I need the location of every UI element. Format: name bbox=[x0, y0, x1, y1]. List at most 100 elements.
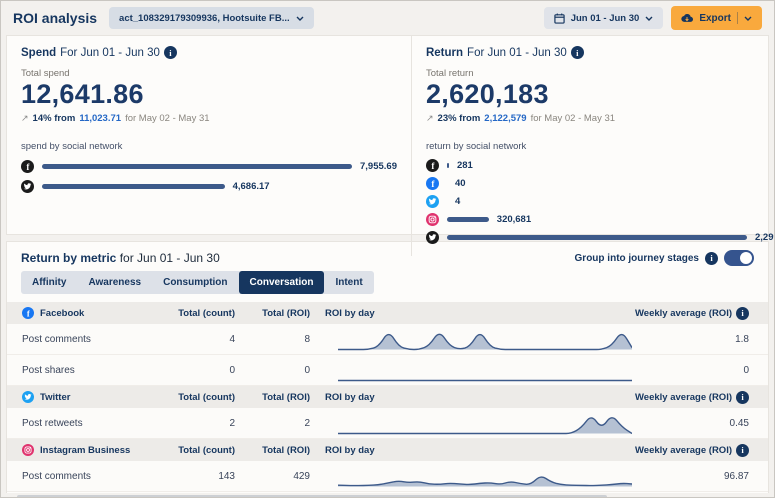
tab-affinity[interactable]: Affinity bbox=[21, 271, 77, 294]
network-bar-row: f7,955.69 bbox=[21, 156, 397, 176]
group-name: Twitter bbox=[7, 391, 172, 403]
info-icon[interactable]: i bbox=[164, 46, 177, 59]
metric-total-count: 0 bbox=[172, 365, 235, 376]
svg-text:f: f bbox=[27, 308, 30, 318]
group-header-row: Instagram BusinessTotal (count)Total (RO… bbox=[7, 439, 768, 461]
metrics-period: for Jun 01 - Jun 30 bbox=[120, 251, 220, 265]
total-spend-value: 12,641.86 bbox=[21, 79, 397, 110]
metric-weekly-average: 0 bbox=[635, 365, 768, 376]
network-bar bbox=[447, 235, 747, 240]
metric-total-roi: 2 bbox=[235, 418, 310, 429]
network-bar-value: 7,955.69 bbox=[360, 161, 397, 172]
col-header-roi-by-day: ROI by day bbox=[310, 445, 635, 456]
info-icon[interactable]: i bbox=[705, 252, 718, 265]
return-panel-title: Return For Jun 01 - Jun 30 i bbox=[426, 46, 775, 59]
tab-consumption[interactable]: Consumption bbox=[152, 271, 238, 294]
metric-total-roi: 0 bbox=[235, 365, 310, 376]
network-bar-value: 320,681 bbox=[497, 214, 531, 225]
spend-panel: Spend For Jun 01 - Jun 30 i Total spend … bbox=[7, 36, 412, 256]
spend-period: For Jun 01 - Jun 30 bbox=[60, 47, 160, 59]
twitter-blue-icon bbox=[426, 195, 439, 208]
metric-row: Post comments481.8 bbox=[7, 324, 768, 355]
metric-roi-by-day bbox=[310, 356, 635, 384]
return-panel: Return For Jun 01 - Jun 30 i Total retur… bbox=[412, 36, 775, 256]
journey-stages-toggle[interactable] bbox=[724, 250, 754, 266]
tab-awareness[interactable]: Awareness bbox=[77, 271, 152, 294]
calendar-icon bbox=[554, 13, 565, 24]
date-range-label: Jun 01 - Jun 30 bbox=[571, 13, 640, 24]
roi-analysis-app: ROI analysis act_108329179309936, Hootsu… bbox=[0, 0, 775, 498]
tab-intent[interactable]: Intent bbox=[324, 271, 373, 294]
return-title: Return bbox=[426, 47, 463, 59]
metric-row: Post shares000 bbox=[7, 355, 768, 386]
return-by-network-label: return by social network bbox=[426, 141, 775, 152]
metric-total-roi: 429 bbox=[235, 471, 310, 482]
info-icon[interactable]: i bbox=[736, 391, 749, 404]
col-header-weekly-average: Weekly average (ROI)i bbox=[635, 444, 768, 457]
twitter-blue-icon bbox=[22, 391, 34, 403]
group-name-label: Facebook bbox=[40, 308, 84, 319]
spend-previous-period: for May 02 - May 31 bbox=[125, 113, 209, 124]
network-bar-value: 4,686.17 bbox=[233, 181, 270, 192]
total-spend-label: Total spend bbox=[21, 68, 397, 79]
date-range-picker[interactable]: Jun 01 - Jun 30 bbox=[544, 7, 664, 29]
col-header-roi-by-day: ROI by day bbox=[310, 392, 635, 403]
return-delta-percent: 23% from bbox=[438, 113, 481, 124]
instagram-icon bbox=[22, 444, 34, 456]
col-header-total-count: Total (count) bbox=[172, 392, 235, 403]
roi-by-day-sparkline bbox=[338, 325, 632, 353]
group-name-label: Twitter bbox=[40, 392, 70, 403]
col-header-weekly-average: Weekly average (ROI)i bbox=[635, 307, 768, 320]
twitter-dark-icon bbox=[21, 180, 34, 193]
network-bar bbox=[447, 217, 489, 222]
network-bar-row: f40 bbox=[426, 174, 775, 192]
metric-name: Post comments bbox=[7, 471, 172, 482]
instagram-icon bbox=[426, 213, 439, 226]
journey-stages-label: Group into journey stages bbox=[575, 253, 699, 264]
total-return-value: 2,620,183 bbox=[426, 79, 775, 110]
export-label: Export bbox=[699, 13, 731, 24]
group-name: f Facebook bbox=[7, 307, 172, 319]
export-button[interactable]: Export bbox=[671, 6, 762, 30]
metric-roi-by-day bbox=[310, 409, 635, 437]
return-by-metric-title: Return by metric for Jun 01 - Jun 30 bbox=[21, 251, 220, 265]
total-return-label: Total return bbox=[426, 68, 775, 79]
info-icon[interactable]: i bbox=[571, 46, 584, 59]
account-dropdown-label: act_108329179309936, Hootsuite FB... bbox=[119, 13, 290, 24]
network-bar-row: 4 bbox=[426, 192, 775, 210]
journey-stage-tabs: AffinityAwarenessConsumptionConversation… bbox=[21, 271, 374, 294]
kpi-panels: Spend For Jun 01 - Jun 30 i Total spend … bbox=[6, 35, 769, 235]
return-previous-value-link[interactable]: 2,122,579 bbox=[484, 113, 526, 124]
info-icon[interactable]: i bbox=[736, 307, 749, 320]
network-bar bbox=[42, 184, 225, 189]
group-header-row: TwitterTotal (count)Total (ROI)ROI by da… bbox=[7, 386, 768, 408]
network-bar-value: 281 bbox=[457, 160, 473, 171]
network-bar-value: 4 bbox=[455, 196, 460, 207]
facebook-dark-icon: f bbox=[426, 159, 439, 172]
roi-by-day-sparkline bbox=[338, 462, 632, 490]
account-dropdown[interactable]: act_108329179309936, Hootsuite FB... bbox=[109, 7, 314, 29]
spend-title: Spend bbox=[21, 47, 56, 59]
metric-weekly-average: 0.45 bbox=[635, 418, 768, 429]
trend-up-icon: ↗ bbox=[21, 113, 29, 124]
col-header-roi-by-day: ROI by day bbox=[310, 308, 635, 319]
return-by-metric-table: fFacebookTotal (count)Total (ROI)ROI by … bbox=[7, 302, 768, 492]
network-bar-row: 320,681 bbox=[426, 210, 775, 228]
return-by-metric-section: Return by metric for Jun 01 - Jun 30 Gro… bbox=[6, 241, 769, 493]
facebook-blue-icon: f bbox=[22, 307, 34, 319]
divider bbox=[737, 12, 738, 24]
chevron-down-icon bbox=[744, 16, 752, 21]
trend-up-icon: ↗ bbox=[426, 113, 434, 124]
col-header-total-roi: Total (ROI) bbox=[235, 445, 310, 456]
col-header-total-roi: Total (ROI) bbox=[235, 308, 310, 319]
spend-previous-value-link[interactable]: 11,023.71 bbox=[79, 113, 121, 124]
spend-panel-title: Spend For Jun 01 - Jun 30 i bbox=[21, 46, 397, 59]
metric-roi-by-day bbox=[310, 462, 635, 490]
metric-name: Post shares bbox=[7, 365, 172, 376]
return-delta: ↗ 23% from 2,122,579 for May 02 - May 31 bbox=[426, 113, 775, 124]
info-icon[interactable]: i bbox=[736, 444, 749, 457]
tab-conversation[interactable]: Conversation bbox=[239, 271, 325, 294]
toggle-knob bbox=[740, 252, 752, 264]
col-header-total-count: Total (count) bbox=[172, 308, 235, 319]
metric-name: Post comments bbox=[7, 334, 172, 345]
